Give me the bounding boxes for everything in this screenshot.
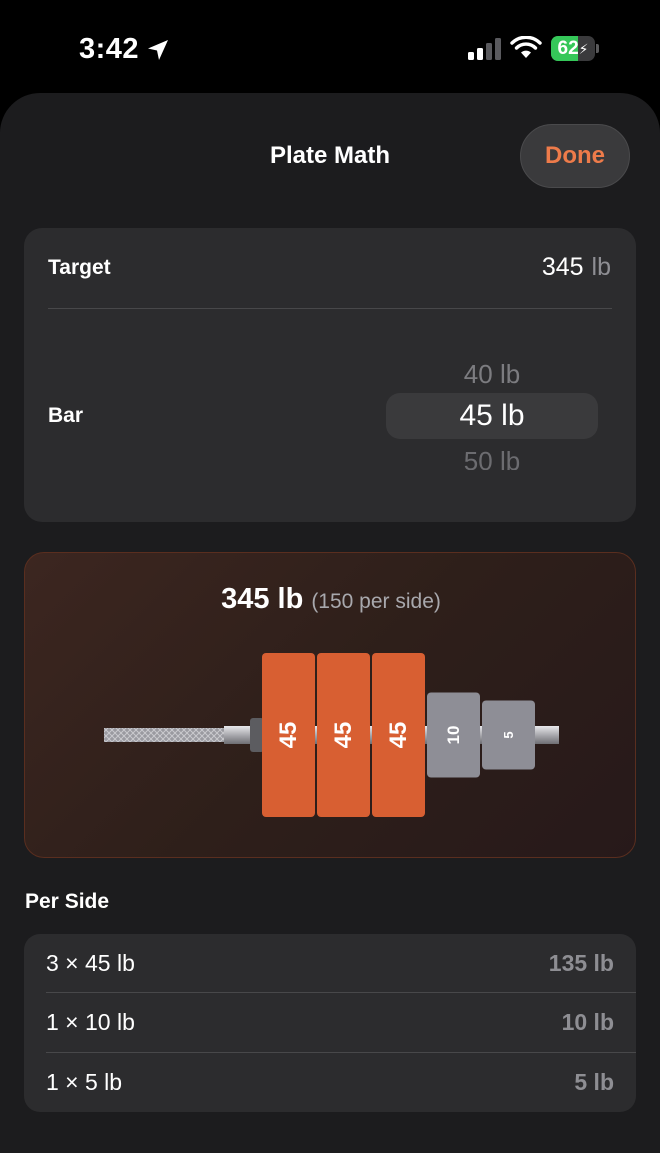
plate-count: 3 × 45 lb: [46, 950, 135, 976]
battery-percent-text: 62: [557, 38, 579, 59]
list-item: 1 × 10 lb 10 lb: [24, 993, 636, 1052]
plates-group: 45 45 45 10 5: [262, 653, 535, 817]
target-input[interactable]: 345 lb: [542, 253, 611, 282]
status-bar: 3:42 62⚡: [0, 0, 660, 96]
picker-option-50[interactable]: 50 lb: [386, 446, 598, 470]
battery-indicator: 62⚡: [551, 36, 599, 61]
status-time: 3:42: [79, 33, 140, 65]
plate-total: 135 lb: [548, 950, 614, 976]
target-value[interactable]: 345: [542, 253, 584, 281]
target-label: Target: [48, 256, 111, 279]
battery-percent: 62⚡: [551, 36, 595, 61]
per-side-list: 3 × 45 lb 135 lb 1 × 10 lb 10 lb 1 × 5 l…: [24, 934, 636, 1112]
target-unit: lb: [591, 253, 611, 281]
bar-shaft: [224, 726, 252, 744]
plate-count: 1 × 10 lb: [46, 1009, 135, 1035]
picker-option-40[interactable]: 40 lb: [386, 359, 598, 390]
plate-total: 5 lb: [574, 1069, 614, 1095]
bar-collar: [250, 718, 264, 752]
list-item: 1 × 5 lb 5 lb: [24, 1053, 636, 1112]
settings-card: Target 345 lb Bar 40 lb 45 lb 50 lb: [24, 228, 636, 522]
barbell-visual-card: 345 lb (150 per side) 45 45 45 10 5: [24, 552, 636, 858]
plate-total: 10 lb: [561, 1009, 614, 1035]
picker-option-selected[interactable]: 45 lb: [386, 399, 598, 433]
plate-label: 10: [444, 726, 463, 745]
per-side-heading: Per Side: [25, 890, 110, 913]
cellular-signal-icon: [468, 38, 501, 60]
plate-label: 45: [330, 722, 357, 749]
location-arrow-icon: [148, 40, 168, 60]
wifi-icon: [510, 36, 542, 58]
charging-bolt-icon: ⚡: [578, 41, 589, 57]
barbell-diagram: 45 45 45 10 5: [104, 653, 559, 817]
battery-tip: [596, 44, 599, 53]
bar-label: Bar: [48, 404, 84, 427]
plate-label: 45: [275, 722, 302, 749]
battery-body: 62⚡: [551, 36, 595, 61]
list-item: 3 × 45 lb 135 lb: [24, 934, 636, 993]
done-button[interactable]: Done: [520, 124, 630, 188]
plate-label: 5: [501, 731, 516, 738]
card-divider: [48, 308, 612, 309]
plate-count: 1 × 5 lb: [46, 1069, 123, 1095]
bar-knurling: [104, 728, 226, 742]
plate-label: 45: [385, 722, 412, 749]
bar-weight-picker[interactable]: 40 lb 45 lb 50 lb: [386, 350, 598, 478]
